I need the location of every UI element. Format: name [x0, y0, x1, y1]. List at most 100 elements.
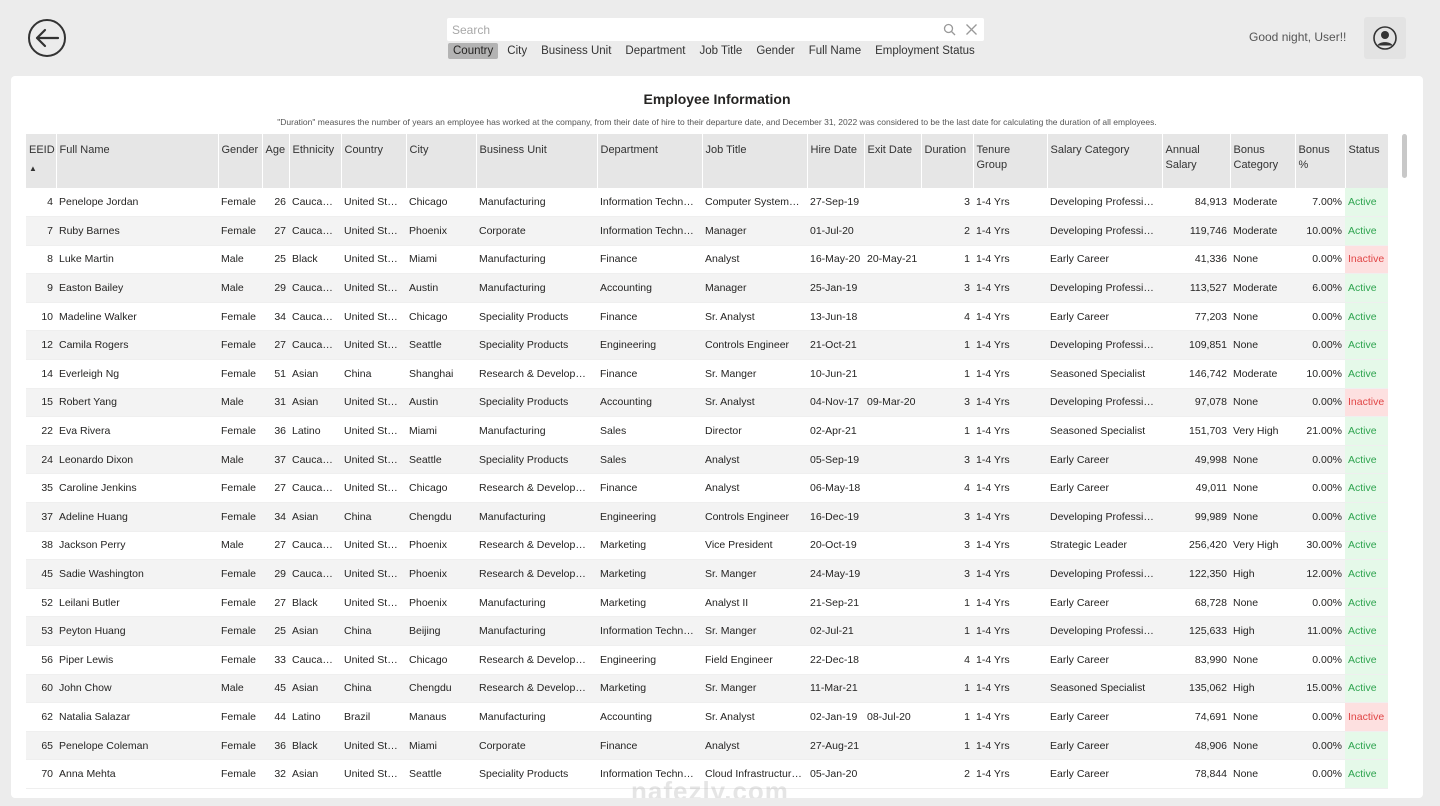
table-row[interactable]: 8 Luke Martin Male 25 Black United Stat... Mia…	[26, 245, 1388, 275]
table-row[interactable]: 70 Anna Mehta Female 32 Asian United Stat... S…	[26, 759, 1388, 789]
table-row[interactable]: 37 Adeline Huang Female 34 Asian China Chengdu…	[26, 502, 1388, 532]
table-cell: 1	[921, 702, 973, 732]
user-avatar-button[interactable]	[1364, 17, 1406, 59]
column-header-age[interactable]: Age	[261, 134, 289, 188]
column-header-hire-date[interactable]: Hire Date	[806, 134, 864, 188]
search-icon[interactable]	[940, 21, 958, 39]
search-input[interactable]	[447, 19, 940, 40]
table-cell: 1-4 Yrs	[973, 731, 1047, 761]
table-cell: 16-May-20	[807, 245, 864, 275]
table-cell: Sr. Analyst	[702, 702, 807, 732]
table-cell: 2	[921, 759, 973, 789]
table-cell	[864, 616, 921, 646]
greeting-text: Good night, User!!	[1249, 30, 1347, 44]
filter-employment-status[interactable]: Employment Status	[870, 43, 980, 59]
table-cell: 13-Jun-18	[807, 302, 864, 332]
table-body: 4 Penelope Jordan Female 26 Caucasian United …	[26, 188, 1388, 789]
filter-department[interactable]: Department	[620, 43, 690, 59]
table-cell: Asian	[289, 502, 341, 532]
table-cell: Information Technol...	[597, 616, 702, 646]
filter-job-title[interactable]: Job Title	[695, 43, 748, 59]
table-row[interactable]: 7 Ruby Barnes Female 27 Caucasian United Stat…	[26, 216, 1388, 246]
table-row[interactable]: 35 Caroline Jenkins Female 27 Caucasian Unite…	[26, 473, 1388, 504]
table-cell: Sr. Analyst	[702, 302, 807, 332]
table-cell: Caucasian	[289, 445, 341, 475]
table-cell: 51	[262, 359, 289, 389]
table-row[interactable]: 22 Eva Rivera Female 36 Latino United Stat...…	[26, 416, 1388, 446]
back-button[interactable]	[28, 19, 66, 57]
column-header-ethnicity[interactable]: Ethnicity	[288, 134, 341, 188]
table-cell	[864, 588, 921, 618]
column-header-bonus[interactable]: Bonus %	[1294, 134, 1345, 188]
table-cell: Sr. Manger	[702, 359, 807, 389]
table-row[interactable]: 60 John Chow Male 45 Asian China Chengdu Resear…	[26, 674, 1388, 704]
filter-country[interactable]: Country	[448, 43, 499, 59]
column-header-annual-salary[interactable]: Annual Salary	[1161, 134, 1230, 188]
table-row[interactable]: 52 Leilani Butler Female 27 Black United Stat…	[26, 588, 1388, 618]
column-header-full-name[interactable]: Full Name	[55, 134, 218, 188]
table-cell: 0.00%	[1295, 473, 1345, 504]
column-header-business-unit[interactable]: Business Unit	[475, 134, 597, 188]
column-header-country[interactable]: Country	[340, 134, 406, 188]
status-badge: Active	[1345, 273, 1388, 303]
table-row[interactable]: 10 Madeline Walker Female 34 Caucasian United…	[26, 302, 1388, 332]
table-cell: 26	[262, 188, 289, 218]
table-row[interactable]: 9 Easton Bailey Male 29 Caucasian United Stat…	[26, 273, 1388, 303]
table-cell: Early Career	[1047, 702, 1162, 732]
status-badge: Active	[1345, 188, 1388, 218]
table-row[interactable]: 15 Robert Yang Male 31 Asian United Stat... Au…	[26, 388, 1388, 418]
table-cell: Caucasian	[289, 273, 341, 303]
table-cell: Engineering	[597, 330, 702, 361]
column-header-duration[interactable]: Duration	[920, 134, 973, 188]
table-cell: 1-4 Yrs	[973, 702, 1047, 732]
table-cell: None	[1230, 330, 1295, 361]
table-row[interactable]: 14 Everleigh Ng Female 51 Asian China Shanghai…	[26, 359, 1388, 389]
table-cell: Very High	[1230, 416, 1295, 446]
table-cell: 256,420	[1162, 531, 1230, 561]
table-cell: Analyst II	[702, 588, 807, 618]
column-header-label: EEID	[29, 144, 55, 156]
column-header-label: Bonus Category	[1233, 144, 1279, 171]
clear-icon[interactable]	[962, 21, 980, 39]
filter-business-unit[interactable]: Business Unit	[536, 43, 616, 59]
sort-ascending-icon[interactable]: ▲	[29, 161, 53, 176]
table-cell: 0.00%	[1295, 502, 1345, 532]
table-row[interactable]: 62 Natalia Salazar Female 44 Latino Brazil Man…	[26, 702, 1388, 732]
table-cell: United Stat...	[341, 302, 406, 332]
column-header-job-title[interactable]: Job Title	[701, 134, 807, 188]
filter-gender[interactable]: Gender	[751, 43, 799, 59]
table-cell: 68,728	[1162, 588, 1230, 618]
table-cell: 24	[26, 445, 56, 475]
table-cell: 02-Jan-19	[807, 702, 864, 732]
table-cell: Manager	[702, 273, 807, 303]
table-row[interactable]: 4 Penelope Jordan Female 26 Caucasian United …	[26, 188, 1388, 218]
column-header-city[interactable]: City	[405, 134, 476, 188]
column-header-gender[interactable]: Gender	[217, 134, 262, 188]
column-header-bonus-category[interactable]: Bonus Category	[1229, 134, 1295, 188]
column-header-eeid[interactable]: EEID ▲	[26, 134, 56, 188]
table-row[interactable]: 12 Camila Rogers Female 27 Caucasian United S…	[26, 330, 1388, 361]
filter-city[interactable]: City	[502, 43, 532, 59]
table-cell: Very High	[1230, 531, 1295, 561]
filter-full-name[interactable]: Full Name	[804, 43, 866, 59]
table-cell: Sr. Analyst	[702, 388, 807, 418]
column-header-exit-date[interactable]: Exit Date	[863, 134, 921, 188]
column-header-tenure-group[interactable]: Tenure Group	[972, 134, 1047, 188]
column-header-status[interactable]: Status	[1344, 134, 1388, 188]
table-row[interactable]: 56 Piper Lewis Female 33 Caucasian United Sta…	[26, 645, 1388, 675]
column-header-department[interactable]: Department	[596, 134, 702, 188]
table-cell: 74,691	[1162, 702, 1230, 732]
table-cell: United Stat...	[341, 188, 406, 218]
column-header-label: Annual Salary	[1165, 144, 1200, 171]
table-row[interactable]: 53 Peyton Huang Female 25 Asian China Beijing M…	[26, 616, 1388, 646]
table-cell: Research & Development	[476, 674, 597, 704]
table-row[interactable]: 24 Leonardo Dixon Male 37 Caucasian United St…	[26, 445, 1388, 475]
column-header-salary-category[interactable]: Salary Category	[1046, 134, 1162, 188]
table-cell: Seasoned Specialist	[1047, 674, 1162, 704]
table-row[interactable]: 45 Sadie Washington Female 29 Caucasian Unite…	[26, 559, 1388, 589]
table-row[interactable]: 38 Jackson Perry Male 27 Caucasian United Sta…	[26, 531, 1388, 561]
vertical-scrollbar[interactable]	[1402, 134, 1407, 178]
table-cell: 83,990	[1162, 645, 1230, 675]
table-cell: 35	[26, 473, 56, 504]
table-row[interactable]: 65 Penelope Coleman Female 36 Black United St…	[26, 731, 1388, 761]
